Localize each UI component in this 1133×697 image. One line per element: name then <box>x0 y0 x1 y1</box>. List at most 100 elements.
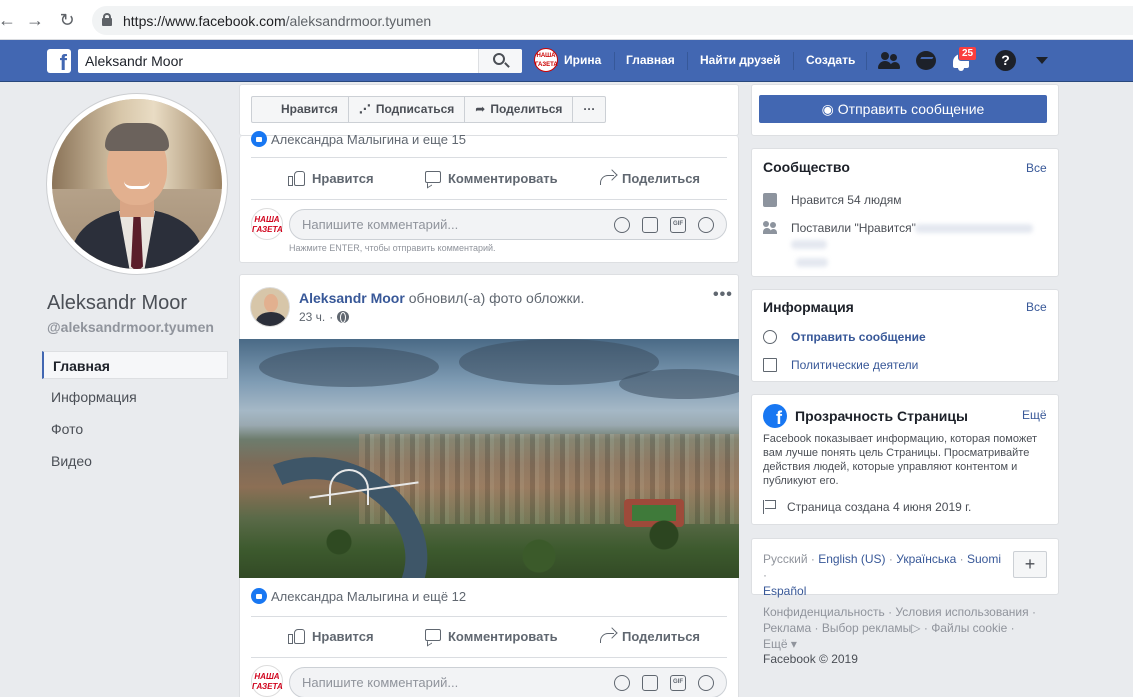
post-share-button[interactable]: Поделиться <box>598 169 700 186</box>
post-reactions[interactable]: Александра Малыгина и ещё 12 <box>251 588 466 604</box>
help-icon[interactable]: ? <box>995 50 1016 71</box>
globe-icon <box>337 311 350 323</box>
page-share-button[interactable]: ➦ Поделиться <box>465 97 574 122</box>
category-icon <box>763 358 777 372</box>
footer-link-ads[interactable]: Реклама <box>763 621 811 635</box>
post-timestamp[interactable]: 23 ч. · <box>299 310 350 324</box>
gif-icon[interactable]: GIF <box>670 675 686 691</box>
url-text[interactable]: https://www.facebook.com/aleksandrmoor.t… <box>123 13 431 29</box>
post-comment-label: Комментировать <box>448 628 558 644</box>
page-handle[interactable]: @aleksandrmoor.tyumen <box>47 319 214 335</box>
like-reaction-icon <box>251 588 267 604</box>
post-options-icon[interactable]: ••• <box>713 286 733 304</box>
language-link[interactable]: Українська <box>896 552 956 566</box>
messenger-icon: ◉ <box>821 101 838 117</box>
account-menu-caret-icon[interactable] <box>1036 57 1048 64</box>
page-share-label: Поделиться <box>490 102 563 116</box>
camera-icon[interactable] <box>642 217 658 233</box>
post-reactions[interactable]: Александра Малыгина и еще 15 <box>251 131 466 147</box>
sticker-icon[interactable] <box>698 217 714 233</box>
rss-icon: ⋰ <box>358 102 371 116</box>
left-nav-info[interactable]: Информация <box>42 383 228 411</box>
author-avatar[interactable] <box>250 287 290 327</box>
transparency-more-link[interactable]: Ещё <box>1022 408 1047 422</box>
post-time-text: 23 ч. <box>299 310 326 324</box>
send-message-button[interactable]: ◉ Отправить сообщение <box>759 95 1047 123</box>
add-language-button[interactable]: + <box>1013 551 1047 578</box>
separator <box>866 52 867 70</box>
cover-photo[interactable] <box>239 339 739 578</box>
comment-input[interactable] <box>302 668 602 697</box>
commenter-avatar[interactable]: НАША ГАЗЕТА <box>251 208 283 240</box>
reload-icon[interactable]: ↻ <box>56 9 78 31</box>
post-comment-button[interactable]: Комментировать <box>424 170 558 189</box>
search-button[interactable] <box>478 49 522 73</box>
community-likes-text: Нравится 54 людям <box>791 193 902 207</box>
post-author-link[interactable]: Aleksandr Moor <box>299 290 405 306</box>
emoji-icon[interactable] <box>614 675 630 691</box>
lock-icon <box>102 13 112 26</box>
footer-link-ad-choices[interactable]: Выбор рекламы <box>822 621 911 635</box>
caret-down-icon: ▾ <box>787 637 797 651</box>
post-action-text: обновил(-а) фото обложки. <box>408 290 585 306</box>
address-bar[interactable]: https://www.facebook.com/aleksandrmoor.t… <box>92 6 1133 35</box>
page-follow-button[interactable]: ⋰ Подписаться <box>349 97 466 122</box>
community-likes-row: Нравится 54 людям <box>763 193 901 207</box>
post-share-button[interactable]: Поделиться <box>598 627 700 644</box>
commenter-avatar[interactable]: НАША ГАЗЕТА <box>251 665 283 697</box>
nav-create-link[interactable]: Создать <box>806 53 855 67</box>
transparency-title: Прозрачность Страницы <box>795 408 968 424</box>
language-link[interactable]: English (US) <box>818 552 885 566</box>
community-friends-row: Поставили "Нравится" <box>763 221 916 235</box>
footer-link-more[interactable]: Ещё <box>763 637 788 651</box>
info-category-link[interactable]: Политические деятели <box>763 358 918 372</box>
profile-picture[interactable] <box>47 94 227 274</box>
nav-home-link[interactable]: Главная <box>626 53 675 67</box>
search-input[interactable] <box>78 49 478 73</box>
page-actions-group: Нравится ⋰ Подписаться ➦ Поделиться ··· <box>251 96 607 123</box>
search-box <box>78 49 522 73</box>
user-avatar: НАША ГАЗЕТА <box>534 48 558 72</box>
page-more-button[interactable]: ··· <box>573 97 605 122</box>
divider <box>251 657 727 658</box>
community-all-link[interactable]: Все <box>1026 161 1047 175</box>
sticker-icon[interactable] <box>698 675 714 691</box>
flag-icon <box>763 500 777 514</box>
post-like-button[interactable]: Нравится <box>288 170 374 186</box>
page-like-button[interactable]: Нравится <box>252 97 349 122</box>
left-nav-photos[interactable]: Фото <box>42 415 228 443</box>
info-category-label: Политические деятели <box>791 358 919 372</box>
url-path: /aleksandrmoor.tyumen <box>285 13 432 29</box>
nav-find-friends-link[interactable]: Найти друзей <box>700 53 780 67</box>
comment-box: GIF <box>289 209 727 240</box>
friend-requests-icon[interactable] <box>877 49 901 73</box>
info-all-link[interactable]: Все <box>1026 300 1047 314</box>
info-send-message-link[interactable]: Отправить сообщение <box>763 330 926 344</box>
url-host: https://www.facebook.com <box>123 13 286 29</box>
camera-icon[interactable] <box>642 675 658 691</box>
footer-link-terms[interactable]: Условия использования <box>895 605 1028 619</box>
comment-input[interactable] <box>302 210 602 239</box>
back-arrow-icon[interactable]: ← <box>0 9 18 31</box>
language-link[interactable]: Suomi <box>967 552 1001 566</box>
footer-link-privacy[interactable]: Конфиденциальность <box>763 605 885 619</box>
send-message-label: Отправить сообщение <box>837 101 985 117</box>
page-name[interactable]: Aleksandr Moor <box>47 292 187 315</box>
search-icon <box>493 53 505 65</box>
left-nav-home[interactable]: Главная <box>42 351 228 379</box>
facebook-logo-icon[interactable]: f <box>47 49 71 73</box>
messenger-icon[interactable] <box>914 49 938 73</box>
post-like-button[interactable]: Нравится <box>288 628 374 644</box>
forward-arrow-icon[interactable]: → <box>24 9 46 31</box>
reactions-text: Александра Малыгина и еще 15 <box>271 131 466 147</box>
gif-icon[interactable]: GIF <box>670 217 686 233</box>
emoji-icon[interactable] <box>614 217 630 233</box>
share-icon <box>598 627 618 644</box>
left-nav-videos[interactable]: Видео <box>42 447 228 475</box>
footer-link-cookies[interactable]: Файлы cookie <box>931 621 1007 635</box>
post-comment-button[interactable]: Комментировать <box>424 628 558 647</box>
divider <box>251 199 727 200</box>
info-send-message-label: Отправить сообщение <box>791 330 926 344</box>
language-link[interactable]: Español <box>763 584 806 598</box>
share-arrow-icon: ➦ <box>475 102 486 116</box>
